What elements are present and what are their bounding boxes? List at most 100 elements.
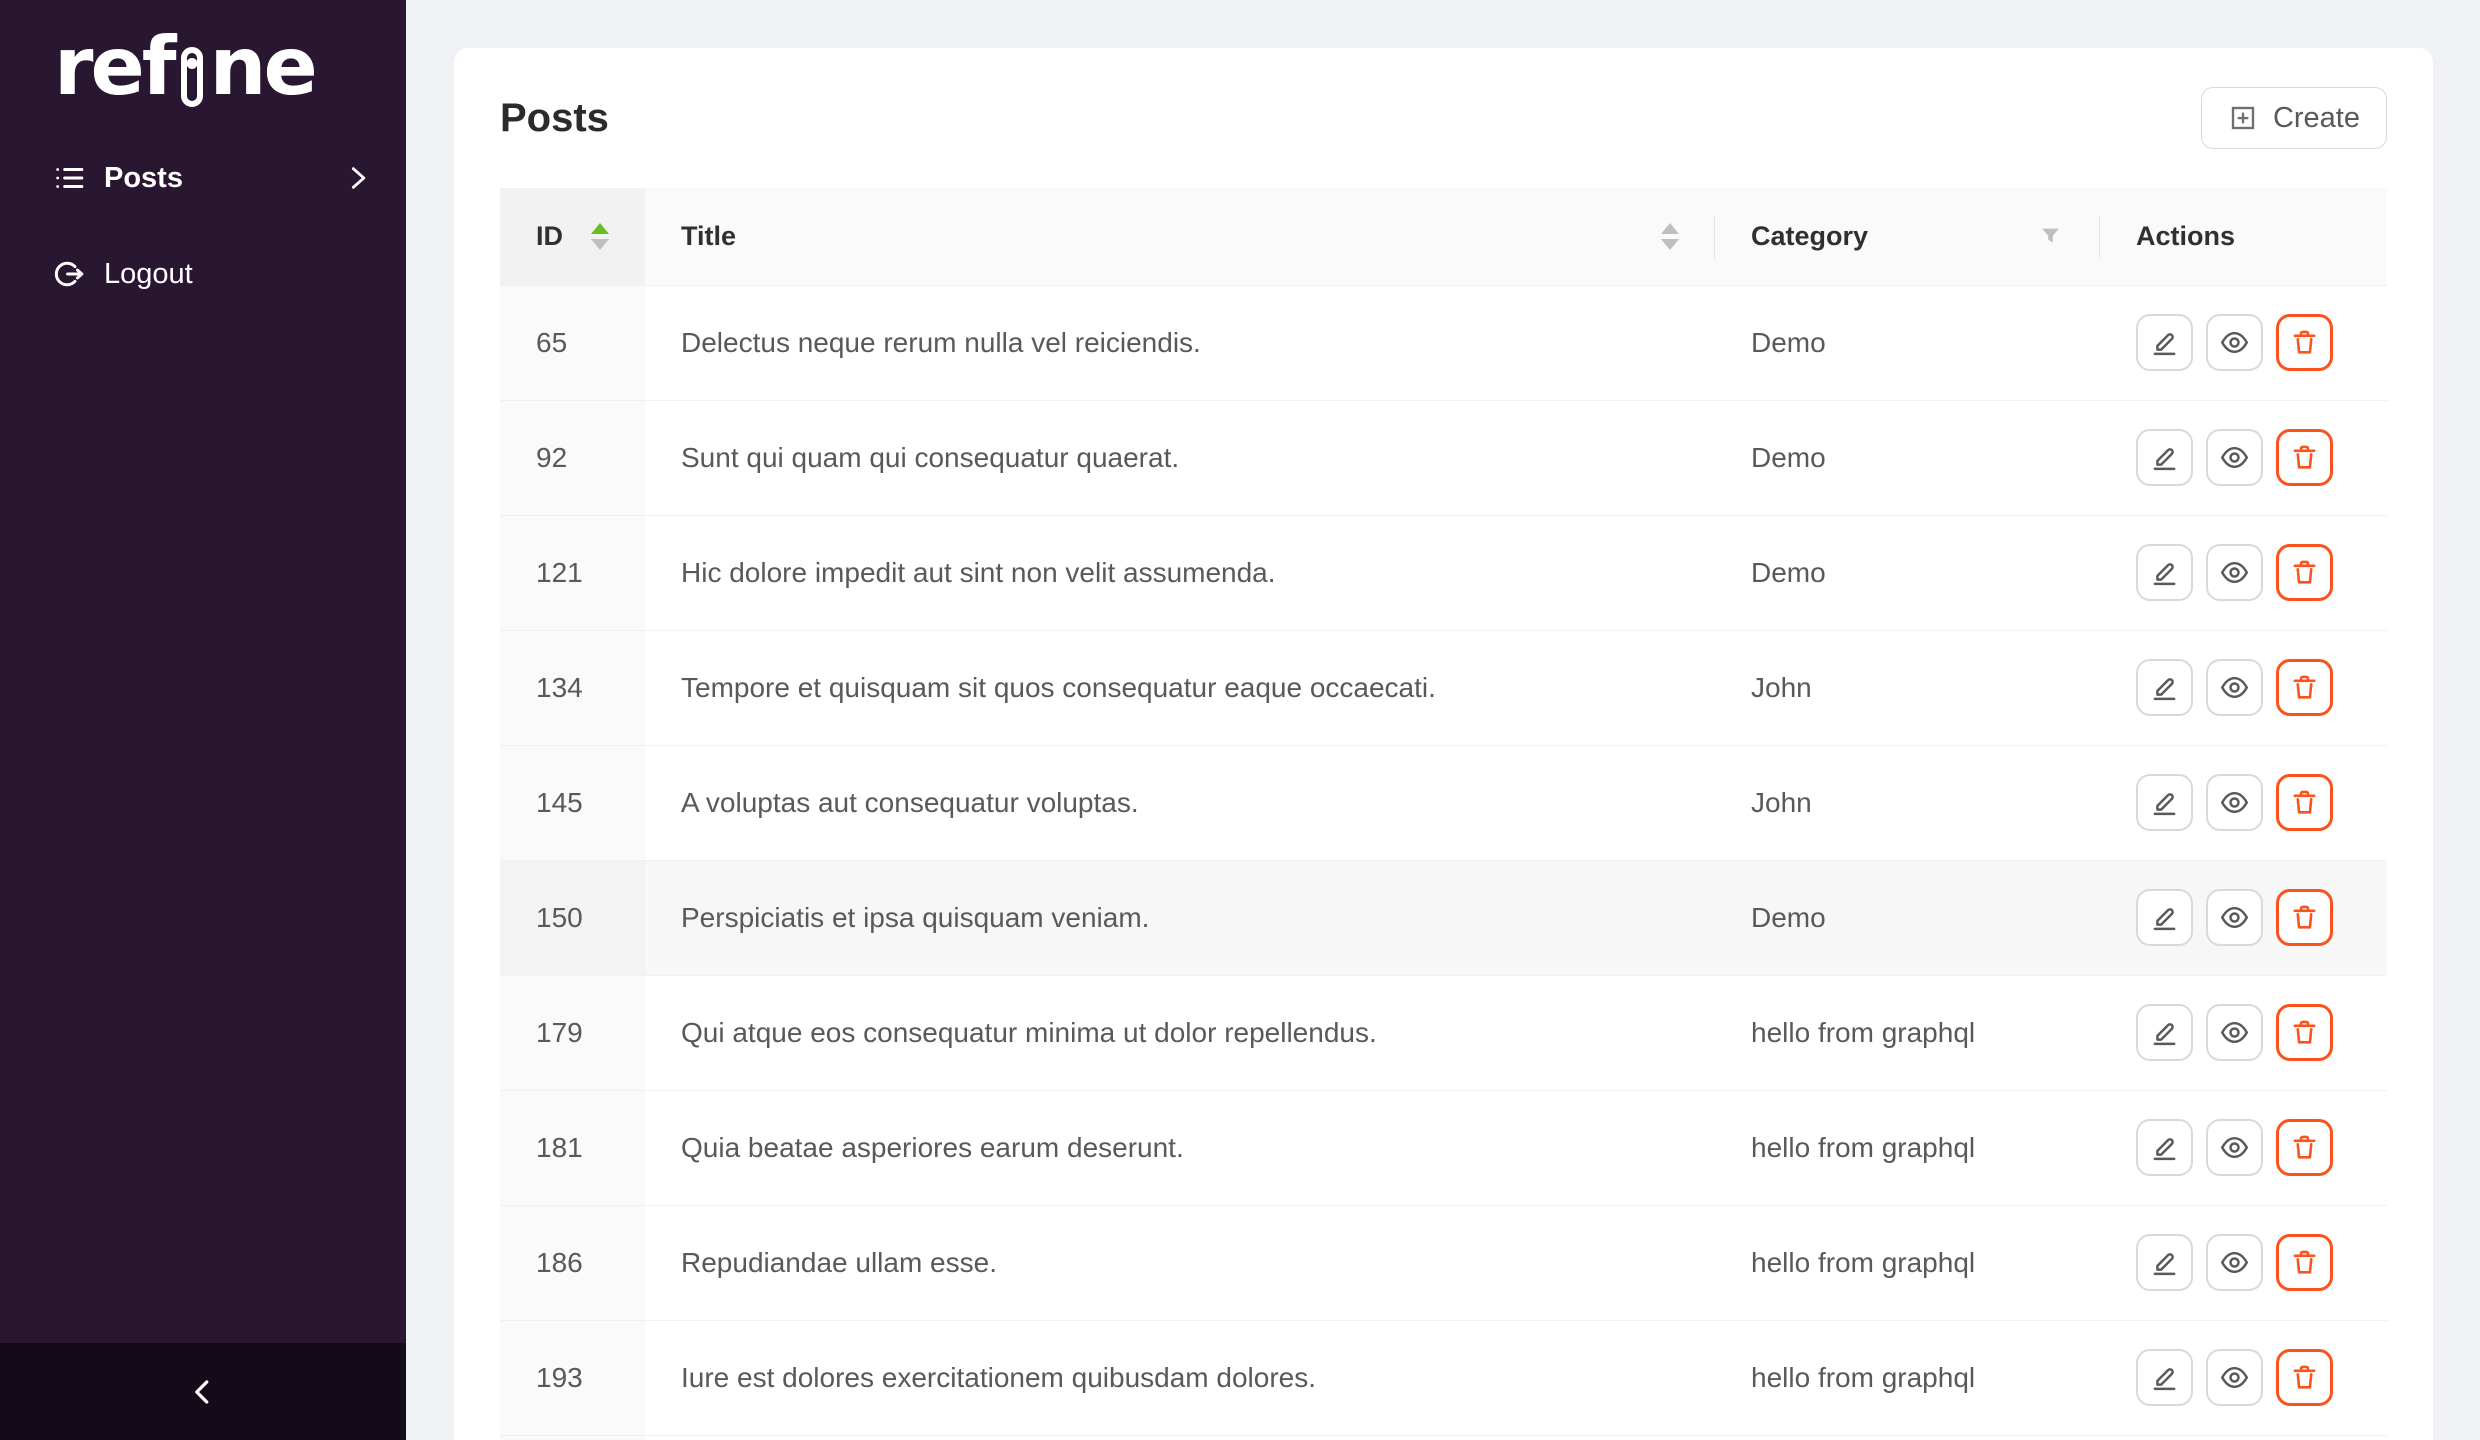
delete-button[interactable] <box>2276 429 2333 486</box>
edit-button[interactable] <box>2136 1349 2193 1406</box>
edit-button[interactable] <box>2136 544 2193 601</box>
edit-button[interactable] <box>2136 429 2193 486</box>
table-row: 134 Tempore et quisquam sit quos consequ… <box>500 630 2387 746</box>
chevron-left-icon <box>195 1379 209 1404</box>
trash-icon <box>2293 675 2316 699</box>
cell-category: John <box>1715 630 2100 746</box>
cell-id: 121 <box>500 515 645 631</box>
edit-button[interactable] <box>2136 774 2193 831</box>
edit-icon <box>2153 908 2176 931</box>
eye-icon <box>2220 331 2249 354</box>
edit-icon <box>2153 1253 2176 1276</box>
cell-actions <box>2100 1320 2387 1436</box>
delete-button[interactable] <box>2276 1119 2333 1176</box>
main-content: Posts Create ID Title Category Actions 6… <box>406 0 2480 1440</box>
trash-icon <box>2293 330 2316 354</box>
table-row: 193 Iure est dolores exercitationem quib… <box>500 1320 2387 1436</box>
table-row: 179 Qui atque eos consequatur minima ut … <box>500 975 2387 1091</box>
delete-button[interactable] <box>2276 889 2333 946</box>
edit-icon <box>2153 793 2176 816</box>
cell-id: 65 <box>500 285 645 401</box>
column-header-id[interactable]: ID <box>500 188 645 286</box>
cell-category: hello from graphql <box>1715 1320 2100 1436</box>
posts-card: Posts Create ID Title Category Actions 6… <box>454 48 2433 1440</box>
cell-category: hello from graphql <box>1715 1205 2100 1321</box>
show-button[interactable] <box>2206 889 2263 946</box>
table-row: 65 Delectus neque rerum nulla vel reicie… <box>500 285 2387 401</box>
delete-button[interactable] <box>2276 1349 2333 1406</box>
cell-actions <box>2100 515 2387 631</box>
table-row: 150 Perspiciatis et ipsa quisquam veniam… <box>500 860 2387 976</box>
show-button[interactable] <box>2206 659 2263 716</box>
delete-button[interactable] <box>2276 314 2333 371</box>
edit-icon <box>2153 1023 2176 1046</box>
edit-icon <box>2153 678 2176 701</box>
delete-button[interactable] <box>2276 1004 2333 1061</box>
cell-title: Hic dolore impedit aut sint non velit as… <box>645 515 1715 631</box>
plus-square-icon <box>2231 106 2255 130</box>
column-header-title[interactable]: Title <box>645 188 1715 286</box>
delete-button[interactable] <box>2276 1234 2333 1291</box>
table-row: 186 Repudiandae ullam esse. hello from g… <box>500 1205 2387 1321</box>
delete-button[interactable] <box>2276 774 2333 831</box>
cell-actions <box>2100 975 2387 1091</box>
show-button[interactable] <box>2206 429 2263 486</box>
edit-button[interactable] <box>2136 1004 2193 1061</box>
sort-carets-icon <box>1661 222 1679 250</box>
eye-icon <box>2220 791 2249 814</box>
show-button[interactable] <box>2206 1234 2263 1291</box>
filter-funnel-icon[interactable] <box>2037 223 2064 250</box>
eye-icon <box>2220 1366 2249 1389</box>
sidebar-collapse-trigger[interactable] <box>0 1343 406 1440</box>
eye-icon <box>2220 1136 2249 1159</box>
delete-button[interactable] <box>2276 659 2333 716</box>
sort-carets-icon <box>591 222 609 250</box>
cell-title: Delectus neque rerum nulla vel reiciendi… <box>645 285 1715 401</box>
sidebar-item-logout[interactable]: Logout <box>0 242 406 306</box>
edit-button[interactable] <box>2136 659 2193 716</box>
edit-button[interactable] <box>2136 1234 2193 1291</box>
cell-actions <box>2100 860 2387 976</box>
show-button[interactable] <box>2206 1004 2263 1061</box>
cell-id: 193 <box>500 1320 645 1436</box>
eye-icon <box>2220 676 2249 699</box>
table-header-row: ID Title Category Actions <box>500 188 2387 286</box>
eye-icon <box>2220 446 2249 469</box>
cell-title: A voluptas aut consequatur voluptas. <box>645 745 1715 861</box>
column-label-actions: Actions <box>2136 220 2236 251</box>
sidebar-item-label: Posts <box>104 161 183 194</box>
cell-category: John <box>1715 745 2100 861</box>
logo-pill-i-icon <box>180 46 203 107</box>
logo-text-left: ref <box>54 19 177 113</box>
edit-button[interactable] <box>2136 889 2193 946</box>
logout-label: Logout <box>104 257 193 290</box>
cell-id: 150 <box>500 860 645 976</box>
logout-icon <box>54 261 84 287</box>
table-row: 145 A voluptas aut consequatur voluptas.… <box>500 745 2387 861</box>
column-header-category: Category <box>1715 188 2100 286</box>
edit-icon <box>2153 563 2176 586</box>
cell-category: Demo <box>1715 400 2100 516</box>
posts-table: ID Title Category Actions 65 Delectus ne… <box>500 188 2387 1440</box>
cell-category: Demo <box>1715 515 2100 631</box>
edit-button[interactable] <box>2136 314 2193 371</box>
create-button[interactable]: Create <box>2200 87 2387 149</box>
show-button[interactable] <box>2206 1119 2263 1176</box>
show-button[interactable] <box>2206 774 2263 831</box>
cell-category: Demo <box>1715 285 2100 401</box>
cell-category: hello from graphql <box>1715 975 2100 1091</box>
edit-icon <box>2153 333 2176 356</box>
eye-icon <box>2220 1251 2249 1274</box>
trash-icon <box>2293 1135 2316 1159</box>
show-button[interactable] <box>2206 314 2263 371</box>
edit-icon <box>2153 1138 2176 1161</box>
show-button[interactable] <box>2206 544 2263 601</box>
column-label-category: Category <box>1751 220 1869 251</box>
eye-icon <box>2220 561 2249 584</box>
table-row: 181 Quia beatae asperiores earum deserun… <box>500 1090 2387 1206</box>
eye-icon <box>2220 906 2249 929</box>
edit-button[interactable] <box>2136 1119 2193 1176</box>
delete-button[interactable] <box>2276 544 2333 601</box>
sidebar-item-posts[interactable]: Posts <box>0 146 406 210</box>
show-button[interactable] <box>2206 1349 2263 1406</box>
